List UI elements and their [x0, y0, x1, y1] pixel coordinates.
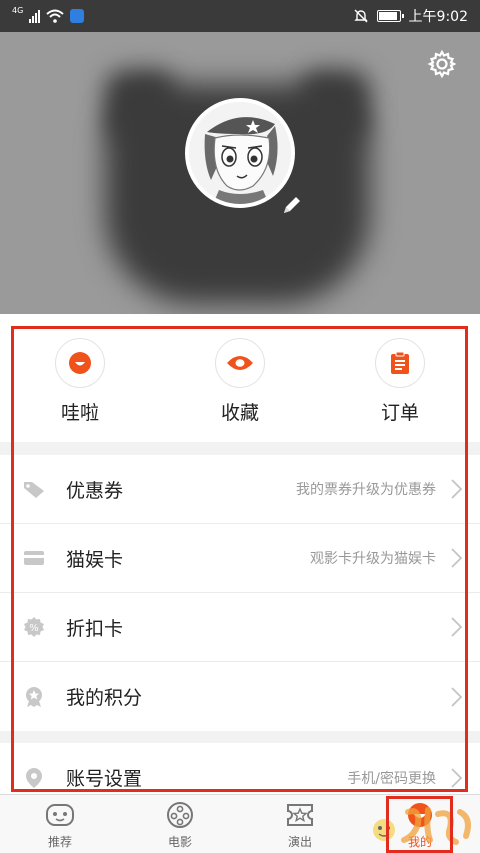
- chevron-right-icon: [451, 479, 462, 499]
- menu-item-cat-card[interactable]: 猫娱卡 观影卡升级为猫娱卡: [0, 524, 480, 593]
- quick-action-orders[interactable]: 订单: [320, 314, 480, 442]
- quick-action-wala[interactable]: 哇啦: [0, 314, 160, 442]
- signal-icon: [29, 9, 41, 23]
- quick-actions: 哇啦 收藏 订单: [0, 314, 480, 442]
- status-right: 上午9:02: [353, 6, 468, 26]
- profile-header: [0, 32, 480, 314]
- chevron-right-icon: [451, 767, 462, 788]
- menu-item-title: 我的积分: [66, 687, 143, 709]
- quick-action-label: 订单: [380, 402, 419, 424]
- menu-item-discount-card[interactable]: % 折扣卡: [0, 593, 480, 662]
- nav-label: 我的: [407, 835, 432, 849]
- profile-icon: [405, 800, 435, 830]
- wifi-icon: [46, 9, 64, 23]
- pencil-icon: [284, 197, 300, 213]
- tag-icon: [22, 477, 46, 501]
- nav-tab-recommend[interactable]: 推荐: [0, 795, 120, 853]
- chevron-right-icon: [451, 548, 462, 568]
- recommend-icon: [45, 800, 75, 830]
- quick-action-favorites[interactable]: 收藏: [160, 314, 320, 442]
- menu-item-title: 账号设置: [66, 768, 143, 790]
- menu-group-wallet: 优惠券 我的票券升级为优惠券 猫娱卡 观影卡升级为猫娱卡 % 折扣卡 我的积分: [0, 455, 480, 731]
- shield-icon: [70, 9, 85, 23]
- eye-icon: [215, 338, 265, 388]
- ticket-star-icon: [285, 800, 315, 830]
- gear-icon: [427, 49, 457, 79]
- menu-item-hint: 观影卡升级为猫娱卡: [310, 551, 436, 567]
- film-reel-icon: [165, 800, 195, 830]
- menu-item-coupons[interactable]: 优惠券 我的票券升级为优惠券: [0, 455, 480, 524]
- nav-tab-movies[interactable]: 电影: [120, 795, 240, 853]
- clipboard-icon: [375, 338, 425, 388]
- location-pin-icon: [22, 766, 46, 790]
- quick-action-label: 哇啦: [60, 402, 99, 424]
- nav-label: 电影: [167, 835, 192, 849]
- status-bar: 4G 上午9:02: [0, 0, 480, 32]
- nav-tab-shows[interactable]: 演出: [240, 795, 360, 853]
- menu-item-points[interactable]: 我的积分: [0, 662, 480, 731]
- menu-item-hint: 手机/密码更换: [347, 770, 436, 787]
- network-type: 4G: [12, 6, 24, 15]
- status-left: 4G: [12, 6, 85, 23]
- avatar[interactable]: [185, 98, 295, 208]
- battery-icon: [376, 10, 404, 22]
- bottom-nav: 推荐 电影 演出 我的: [0, 794, 480, 853]
- menu-item-title: 猫娱卡: [66, 548, 124, 571]
- card-icon: [22, 546, 46, 570]
- mute-bell-icon: [353, 9, 368, 23]
- wala-icon: [55, 338, 105, 388]
- nav-tab-mine[interactable]: 我的: [360, 795, 480, 853]
- menu-item-title: 优惠券: [66, 479, 124, 502]
- discount-icon: %: [22, 615, 46, 639]
- menu-item-hint: 我的票券升级为优惠券: [296, 482, 436, 498]
- avatar-illustration: [189, 102, 291, 204]
- svg-text:%: %: [29, 623, 39, 634]
- quick-action-label: 收藏: [220, 402, 259, 424]
- nav-label: 推荐: [47, 835, 72, 849]
- nav-label: 演出: [287, 835, 312, 849]
- settings-button[interactable]: [426, 48, 458, 80]
- menu-item-title: 折扣卡: [66, 617, 124, 640]
- chevron-right-icon: [451, 686, 462, 707]
- clock: 上午9:02: [408, 9, 468, 25]
- chevron-right-icon: [451, 617, 462, 637]
- edit-profile-button[interactable]: [281, 194, 303, 216]
- points-icon: [22, 685, 46, 709]
